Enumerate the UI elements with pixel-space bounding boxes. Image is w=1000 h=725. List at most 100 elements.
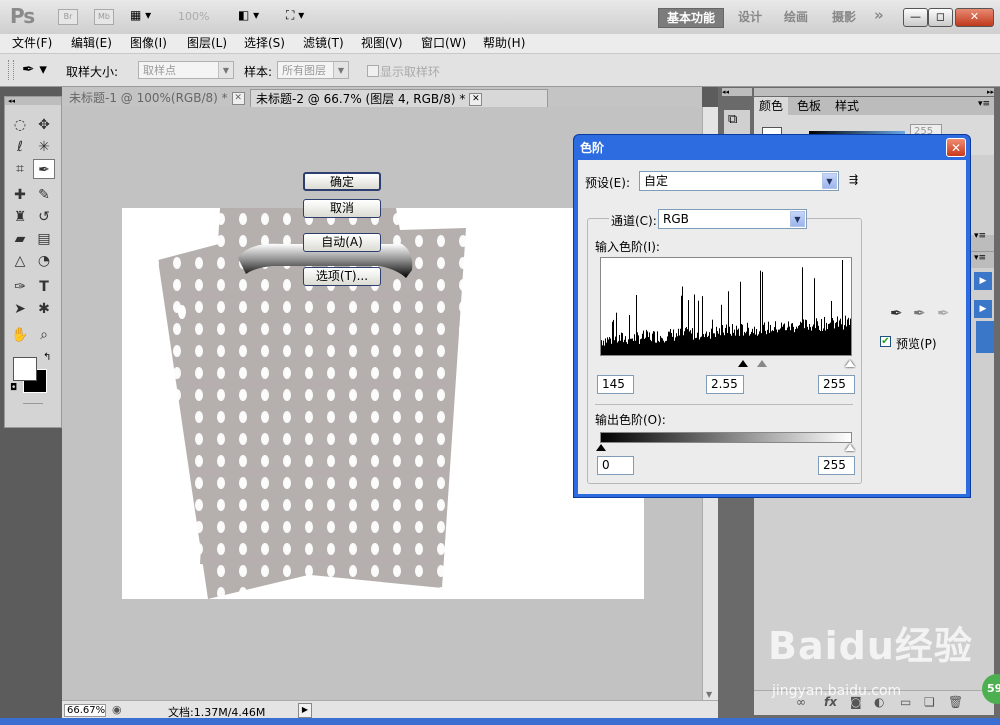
zoom-tool-icon[interactable]: ⌕ <box>33 325 55 345</box>
new-layer-icon[interactable]: ❏ <box>924 695 935 709</box>
scroll-down-icon[interactable]: ▼ <box>706 690 712 699</box>
toolbox-header[interactable]: ◂◂ <box>5 97 61 105</box>
close-window-button[interactable]: ✕ <box>955 8 994 27</box>
panel-menu-icon[interactable]: ▾≡ <box>974 253 986 263</box>
type-tool-icon[interactable]: T <box>33 277 55 297</box>
menu-layer[interactable]: 图层(L) <box>187 35 227 52</box>
history-brush-tool-icon[interactable]: ↺ <box>33 207 55 227</box>
new-group-icon[interactable]: ▭ <box>900 695 911 709</box>
tab-swatches[interactable]: 色板 <box>792 97 826 115</box>
menu-filter[interactable]: 滤镜(T) <box>303 35 344 52</box>
output-white-slider[interactable] <box>845 444 855 451</box>
menu-select[interactable]: 选择(S) <box>244 35 285 52</box>
more-workspaces-icon[interactable]: » <box>874 6 884 24</box>
default-colors-icon[interactable]: ◘ <box>10 383 17 393</box>
panel-menu-icon[interactable]: ▾≡ <box>978 99 990 109</box>
history-panel-icon[interactable]: ⧉ <box>728 112 737 127</box>
crop-tool-icon[interactable]: ⌗ <box>9 159 31 179</box>
input-gamma-slider[interactable] <box>757 360 767 367</box>
menu-edit[interactable]: 编辑(E) <box>71 35 112 52</box>
menu-window[interactable]: 窗口(W) <box>421 35 466 52</box>
output-black-slider[interactable] <box>596 444 606 451</box>
healing-brush-tool-icon[interactable]: ✚ <box>9 185 31 205</box>
status-info-icon[interactable]: ◉ <box>112 703 122 716</box>
sample-size-select[interactable]: 取样点 ▼ <box>138 61 234 79</box>
workspace-essentials[interactable]: 基本功能 <box>658 8 724 28</box>
screen-mode-icon[interactable]: ⛶ ▾ <box>286 8 304 23</box>
input-white-slider[interactable] <box>845 360 855 367</box>
clone-stamp-tool-icon[interactable]: ♜ <box>9 207 31 227</box>
hand-tool-icon[interactable]: ✋ <box>9 325 31 345</box>
auto-button[interactable]: 自动(A) <box>303 233 381 252</box>
preset-options-icon[interactable]: ⇶ <box>849 173 858 186</box>
sample-select[interactable]: 所有图层 ▼ <box>277 61 349 79</box>
layer-expand-arrow-icon[interactable]: ▶ <box>974 300 992 318</box>
custom-shape-tool-icon[interactable]: ✱ <box>33 299 55 319</box>
layer-expand-arrow-icon[interactable]: ▶ <box>974 272 992 290</box>
status-menu-arrow-icon[interactable]: ▶ <box>298 703 312 718</box>
input-black-field[interactable]: 145 <box>597 375 634 394</box>
tab-document-2[interactable]: 未标题-2 @ 66.7% (图层 4, RGB/8) * ✕ <box>250 89 548 107</box>
histogram-bar <box>618 341 619 355</box>
brush-tool-icon[interactable]: ✎ <box>33 185 55 205</box>
blur-tool-icon[interactable]: △ <box>9 251 31 271</box>
black-point-eyedropper-icon[interactable]: ✒ <box>890 304 903 322</box>
foreground-color-swatch[interactable] <box>13 357 37 381</box>
preset-select[interactable]: 自定 ▼ <box>639 171 839 191</box>
workspace-design[interactable]: 设计 <box>738 8 762 26</box>
document-canvas[interactable] <box>122 208 644 599</box>
gradient-tool-icon[interactable]: ▤ <box>33 229 55 249</box>
ok-button[interactable]: 确定 <box>303 172 381 191</box>
panel-menu-icon[interactable]: ▾≡ <box>974 231 986 241</box>
mini-bridge-icon[interactable]: Mb <box>94 9 114 25</box>
panel-expand-header[interactable]: ▸▸ <box>754 88 994 96</box>
delete-layer-icon[interactable]: 🗑 <box>948 695 963 709</box>
menu-file[interactable]: 文件(F) <box>12 35 52 52</box>
path-selection-tool-icon[interactable]: ➤ <box>9 299 31 319</box>
magic-wand-tool-icon[interactable]: ✳ <box>33 137 55 157</box>
dialog-close-button[interactable]: ✕ <box>946 138 966 157</box>
minimize-button[interactable]: — <box>903 8 928 27</box>
preview-checkbox[interactable]: ✔ <box>880 336 891 347</box>
arrange-documents-icon[interactable]: ◧ ▾ <box>238 8 259 22</box>
close-icon[interactable]: ✕ <box>469 93 483 106</box>
options-grip[interactable] <box>8 60 14 80</box>
workspace-photography[interactable]: 摄影 <box>832 8 856 26</box>
view-extras-icon[interactable]: ▦ ▾ <box>130 8 160 24</box>
eyedropper-tool-icon[interactable]: ✒ <box>33 159 55 179</box>
channel-select[interactable]: RGB ▼ <box>658 209 807 229</box>
input-black-slider[interactable] <box>738 360 748 367</box>
swap-colors-icon[interactable]: ↰ <box>43 352 51 363</box>
tab-styles[interactable]: 样式 <box>830 97 864 115</box>
menu-help[interactable]: 帮助(H) <box>483 35 525 52</box>
tab-document-1[interactable]: 未标题-1 @ 100%(RGB/8) * ✕ <box>64 89 250 107</box>
restore-button[interactable]: ◻ <box>928 8 953 27</box>
show-ring-checkbox[interactable] <box>367 65 379 77</box>
output-black-field[interactable]: 0 <box>597 456 634 475</box>
close-icon[interactable]: ✕ <box>231 92 245 105</box>
eraser-tool-icon[interactable]: ▰ <box>9 229 31 249</box>
eyedropper-preset-icon[interactable]: ✒ ▾ <box>22 60 47 78</box>
lasso-tool-icon[interactable]: ℓ <box>9 137 31 157</box>
output-white-field[interactable]: 255 <box>818 456 855 475</box>
selected-layer-marker[interactable] <box>976 321 994 353</box>
workspace-painting[interactable]: 绘画 <box>784 8 808 26</box>
zoom-field[interactable]: 66.67% <box>64 704 106 717</box>
input-white-field[interactable]: 255 <box>818 375 855 394</box>
tab-color[interactable]: 颜色 <box>754 97 789 115</box>
menu-image[interactable]: 图像(I) <box>130 35 167 52</box>
gray-point-eyedropper-icon[interactable]: ✒ <box>913 304 926 322</box>
histogram-bar <box>781 322 782 355</box>
marquee-tool-icon[interactable]: ◌ <box>9 115 31 135</box>
menu-view[interactable]: 视图(V) <box>361 35 403 52</box>
move-tool-icon[interactable]: ✥ <box>33 115 55 135</box>
pen-tool-icon[interactable]: ✑ <box>9 277 31 297</box>
panel-collapse-header[interactable]: ◂◂ <box>722 88 752 96</box>
bridge-icon[interactable]: Br <box>58 9 78 25</box>
options-button[interactable]: 选项(T)... <box>303 267 381 286</box>
zoom-level[interactable]: 100% <box>178 10 209 23</box>
input-gamma-field[interactable]: 2.55 <box>706 375 744 394</box>
white-point-eyedropper-icon[interactable]: ✒ <box>937 304 950 322</box>
cancel-button[interactable]: 取消 <box>303 199 381 218</box>
dodge-tool-icon[interactable]: ◔ <box>33 251 55 271</box>
